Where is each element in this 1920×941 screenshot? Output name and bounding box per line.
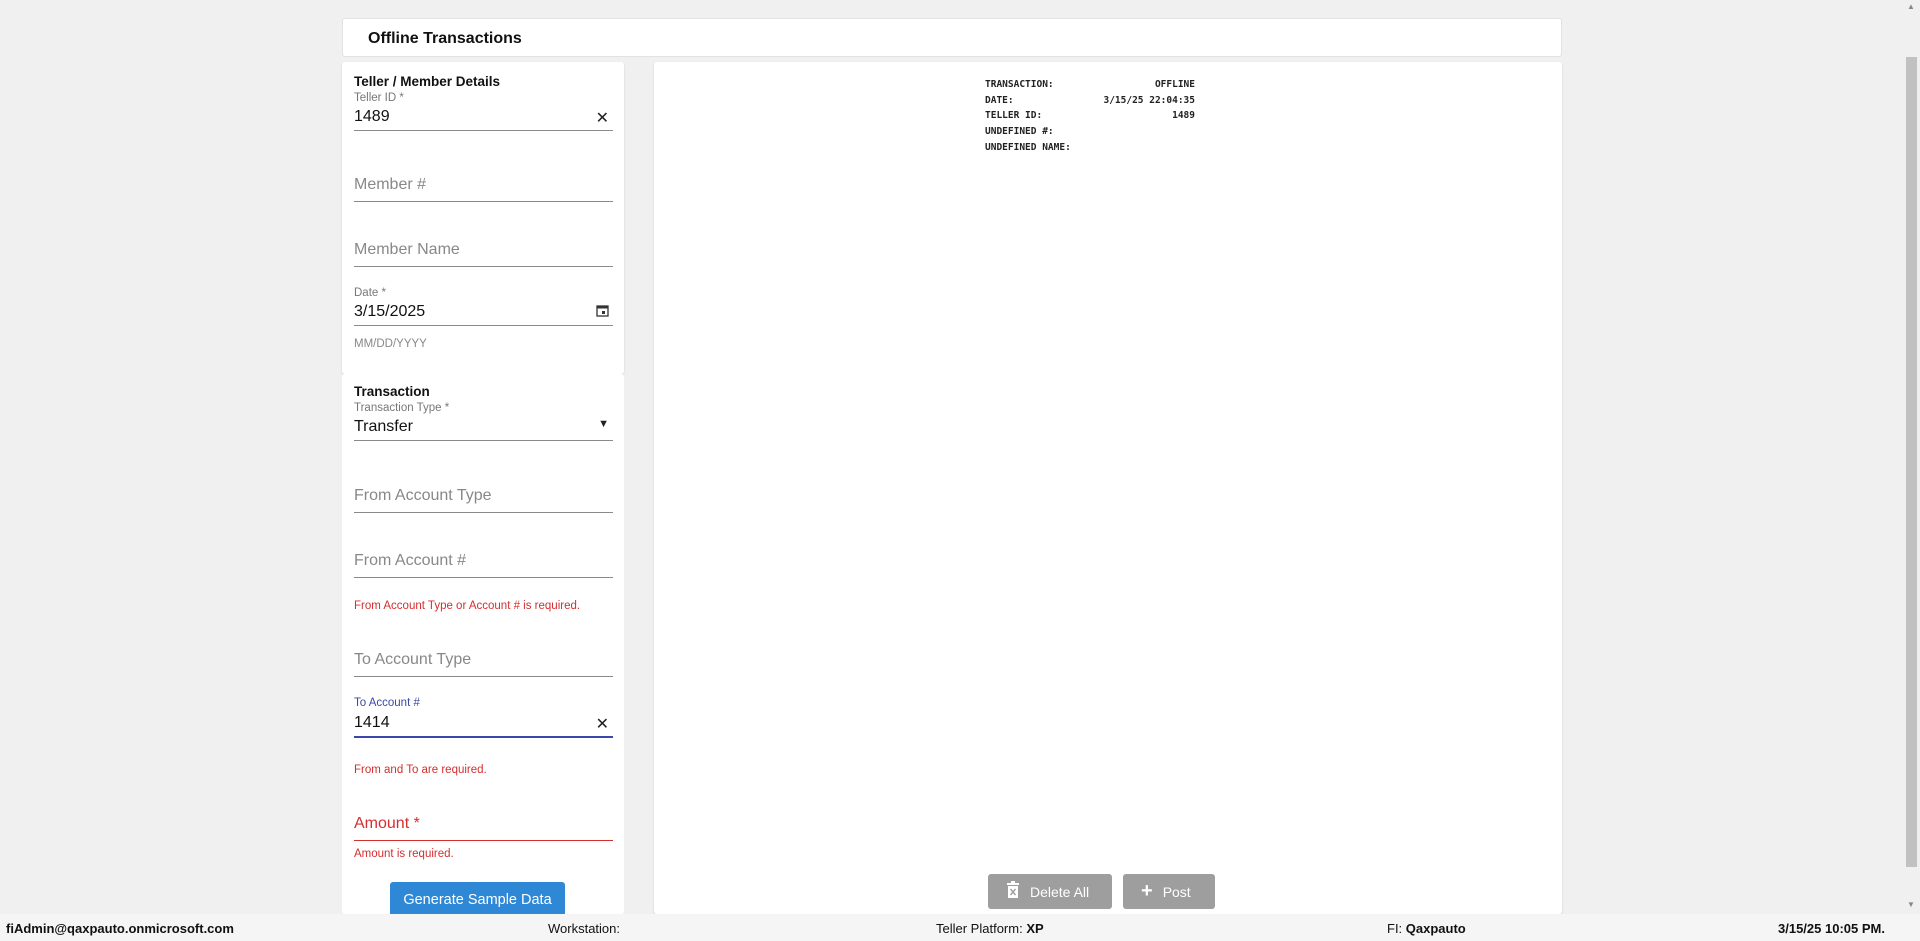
trash-icon bbox=[1006, 880, 1020, 903]
from-account-type-placeholder: From Account Type bbox=[354, 487, 492, 504]
to-account-number-value[interactable]: 1414 bbox=[354, 714, 390, 732]
receipt-key: TRANSACTION: bbox=[985, 79, 1054, 90]
calendar-icon[interactable] bbox=[596, 304, 609, 322]
generate-sample-data-button[interactable]: Generate Sample Data bbox=[390, 882, 565, 918]
to-account-type-underline bbox=[354, 676, 613, 677]
date-field[interactable]: Date * 3/15/2025 bbox=[354, 287, 613, 327]
receipt-key: DATE: bbox=[985, 94, 1014, 106]
date-underline bbox=[354, 325, 613, 326]
status-workstation: Workstation: bbox=[548, 921, 620, 936]
status-user: fiAdmin@qaxpauto.onmicrosoft.com bbox=[6, 921, 234, 936]
member-number-underline bbox=[354, 201, 613, 202]
receipt-preview: TRANSACTION: OFFLINE DATE: 3/15/25 22:04… bbox=[654, 62, 1562, 914]
receipt-text: TRANSACTION: OFFLINE DATE: 3/15/25 22:04… bbox=[985, 77, 1195, 155]
status-fi: FI: Qaxpauto bbox=[1387, 921, 1466, 936]
to-account-type-select[interactable]: To Account Type bbox=[354, 651, 613, 681]
receipt-value: OFFLINE bbox=[1154, 79, 1195, 90]
post-label: Post bbox=[1162, 883, 1191, 900]
delete-all-button[interactable]: Delete All bbox=[988, 874, 1112, 909]
post-button[interactable]: + Post bbox=[1123, 874, 1215, 909]
page-header: Offline Transactions bbox=[342, 18, 1562, 57]
teller-id-value[interactable]: 1489 bbox=[354, 108, 390, 126]
member-name-underline bbox=[354, 266, 613, 267]
date-label: Date * bbox=[354, 287, 386, 299]
amount-error: Amount is required. bbox=[354, 848, 454, 860]
from-account-type-select[interactable]: From Account Type bbox=[354, 487, 613, 517]
workstation-label: Workstation: bbox=[548, 921, 621, 936]
transaction-card: Transaction Transaction Type * Transfer … bbox=[342, 374, 624, 918]
from-account-type-underline bbox=[354, 512, 613, 513]
chevron-down-icon[interactable]: ▼ bbox=[598, 418, 609, 430]
date-helper-text: MM/DD/YYYY bbox=[354, 338, 427, 350]
member-name-placeholder: Member Name bbox=[354, 241, 460, 258]
fi-value: Qaxpauto bbox=[1405, 921, 1466, 936]
to-account-type-placeholder: To Account Type bbox=[354, 651, 472, 668]
close-icon[interactable]: ✕ bbox=[596, 714, 609, 734]
member-number-field[interactable]: Member # bbox=[354, 176, 613, 206]
to-account-error: From and To are required. bbox=[354, 764, 487, 776]
receipt-value: 1489 bbox=[1172, 110, 1195, 122]
close-icon[interactable]: ✕ bbox=[596, 108, 609, 128]
to-account-number-label: To Account # bbox=[354, 697, 420, 709]
receipt-row: TELLER ID: 1489 bbox=[985, 108, 1195, 124]
transaction-type-value[interactable]: Transfer bbox=[354, 418, 413, 436]
member-name-field[interactable]: Member Name bbox=[354, 241, 613, 271]
receipt-row: TRANSACTION: OFFLINE bbox=[985, 77, 1195, 93]
transaction-type-select[interactable]: Transaction Type * Transfer ▼ bbox=[354, 402, 613, 442]
date-value[interactable]: 3/15/2025 bbox=[354, 303, 425, 321]
receipt-row: UNDEFINED NAME: bbox=[985, 140, 1195, 156]
to-account-number-underline bbox=[354, 736, 613, 738]
receipt-key: UNDEFINED #: bbox=[985, 126, 1054, 138]
plus-icon: + bbox=[1141, 880, 1153, 902]
amount-field[interactable]: Amount * bbox=[354, 815, 613, 845]
to-account-number-field[interactable]: To Account # 1414 ✕ bbox=[354, 697, 613, 739]
teller-id-underline bbox=[354, 130, 613, 131]
platform-label: Teller Platform: bbox=[936, 921, 1023, 936]
receipt-key: TELLER ID: bbox=[985, 110, 1043, 122]
receipt-key: UNDEFINED NAME: bbox=[985, 141, 1071, 153]
transaction-section-title: Transaction bbox=[354, 384, 430, 399]
status-datetime: 3/15/25 10:05 PM. bbox=[1778, 921, 1885, 936]
member-number-placeholder: Member # bbox=[354, 176, 427, 193]
teller-id-field[interactable]: Teller ID * 1489 ✕ bbox=[354, 92, 613, 132]
transaction-type-underline bbox=[354, 440, 613, 441]
scrollbar-thumb[interactable] bbox=[1906, 57, 1917, 867]
transaction-type-label: Transaction Type * bbox=[354, 402, 450, 414]
scroll-up-arrow-icon[interactable]: ▲ bbox=[1907, 2, 1915, 11]
receipt-row: DATE: 3/15/25 22:04:35 bbox=[985, 93, 1195, 109]
teller-member-card: Teller / Member Details Teller ID * 1489… bbox=[342, 62, 624, 374]
status-platform: Teller Platform: XP bbox=[936, 921, 1044, 936]
teller-section-title: Teller / Member Details bbox=[354, 74, 501, 89]
page-title: Offline Transactions bbox=[368, 30, 522, 47]
amount-placeholder: Amount * bbox=[354, 815, 420, 832]
amount-underline bbox=[354, 840, 613, 841]
platform-value: XP bbox=[1026, 921, 1044, 936]
receipt-value: 3/15/25 22:04:35 bbox=[1103, 94, 1195, 106]
teller-id-label: Teller ID * bbox=[354, 92, 404, 104]
scroll-down-arrow-icon[interactable]: ▼ bbox=[1907, 900, 1915, 909]
from-account-number-underline bbox=[354, 577, 613, 578]
fi-label: FI: bbox=[1387, 921, 1403, 936]
status-bar: fiAdmin@qaxpauto.onmicrosoft.com Worksta… bbox=[0, 914, 1920, 941]
from-account-number-field[interactable]: From Account # bbox=[354, 552, 613, 582]
from-account-error: From Account Type or Account # is requir… bbox=[354, 600, 581, 612]
delete-all-label: Delete All bbox=[1030, 883, 1090, 900]
from-account-number-placeholder: From Account # bbox=[354, 552, 467, 569]
receipt-row: UNDEFINED #: bbox=[985, 124, 1195, 140]
